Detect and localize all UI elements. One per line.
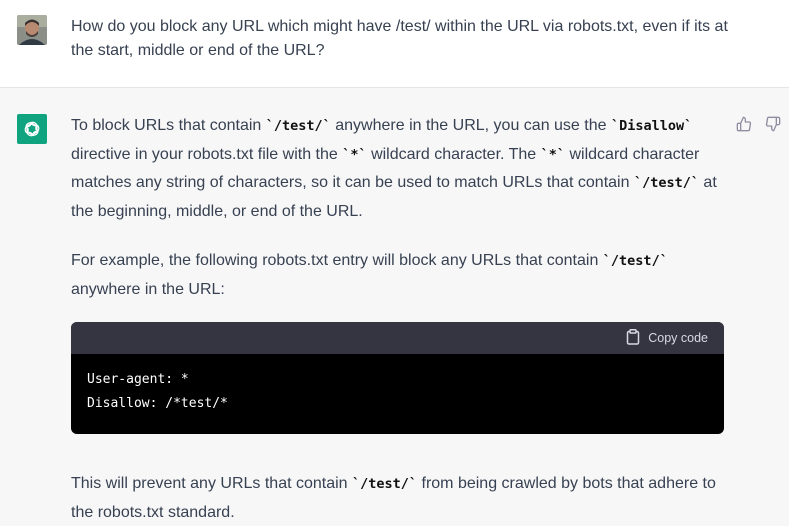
clipboard-icon bbox=[626, 328, 640, 348]
user-question: How do you block any URL which might hav… bbox=[71, 18, 728, 59]
inline-code: `/test/` bbox=[602, 253, 668, 269]
thumbs-up-icon[interactable] bbox=[735, 115, 752, 132]
answer-text: To block URLs that contain bbox=[71, 117, 266, 134]
feedback-buttons bbox=[735, 115, 781, 132]
answer-paragraph-1: To block URLs that contain `/test/` anyw… bbox=[71, 112, 721, 226]
answer-paragraph-2: For example, the following robots.txt en… bbox=[71, 247, 721, 304]
assistant-message: To block URLs that contain `/test/` anyw… bbox=[0, 88, 789, 526]
inline-code: `Disallow` bbox=[610, 118, 693, 134]
openai-logo-icon bbox=[17, 114, 47, 144]
code-block: Copy code User-agent: * Disallow: /*test… bbox=[71, 322, 724, 434]
user-message: How do you block any URL which might hav… bbox=[0, 0, 789, 88]
code-content: User-agent: * Disallow: /*test/* bbox=[87, 372, 228, 411]
inline-code: `*` bbox=[342, 146, 367, 163]
answer-text: This will prevent any URLs that contain bbox=[71, 475, 353, 492]
inline-code: `*` bbox=[540, 146, 566, 163]
answer-paragraph-3: This will prevent any URLs that contain … bbox=[71, 470, 731, 527]
code-block-header: Copy code bbox=[71, 322, 724, 354]
copy-code-button[interactable]: Copy code bbox=[626, 328, 708, 348]
inline-code: `/test/` bbox=[352, 476, 418, 492]
answer-text: anywhere in the URL: bbox=[71, 280, 225, 298]
inline-code: `/test/` bbox=[633, 175, 699, 191]
answer-text: wildcard character. The bbox=[366, 145, 541, 163]
thumbs-down-icon[interactable] bbox=[764, 115, 781, 132]
user-avatar bbox=[17, 15, 47, 45]
answer-text: For example, the following robots.txt en… bbox=[71, 252, 603, 269]
copy-code-label: Copy code bbox=[648, 331, 708, 345]
answer-text: anywhere in the URL, you can use the bbox=[330, 117, 611, 134]
assistant-answer: To block URLs that contain `/test/` anyw… bbox=[71, 112, 721, 298]
inline-code: `/test/` bbox=[265, 118, 331, 134]
answer-text: directive in your robots.txt file with t… bbox=[71, 145, 343, 163]
